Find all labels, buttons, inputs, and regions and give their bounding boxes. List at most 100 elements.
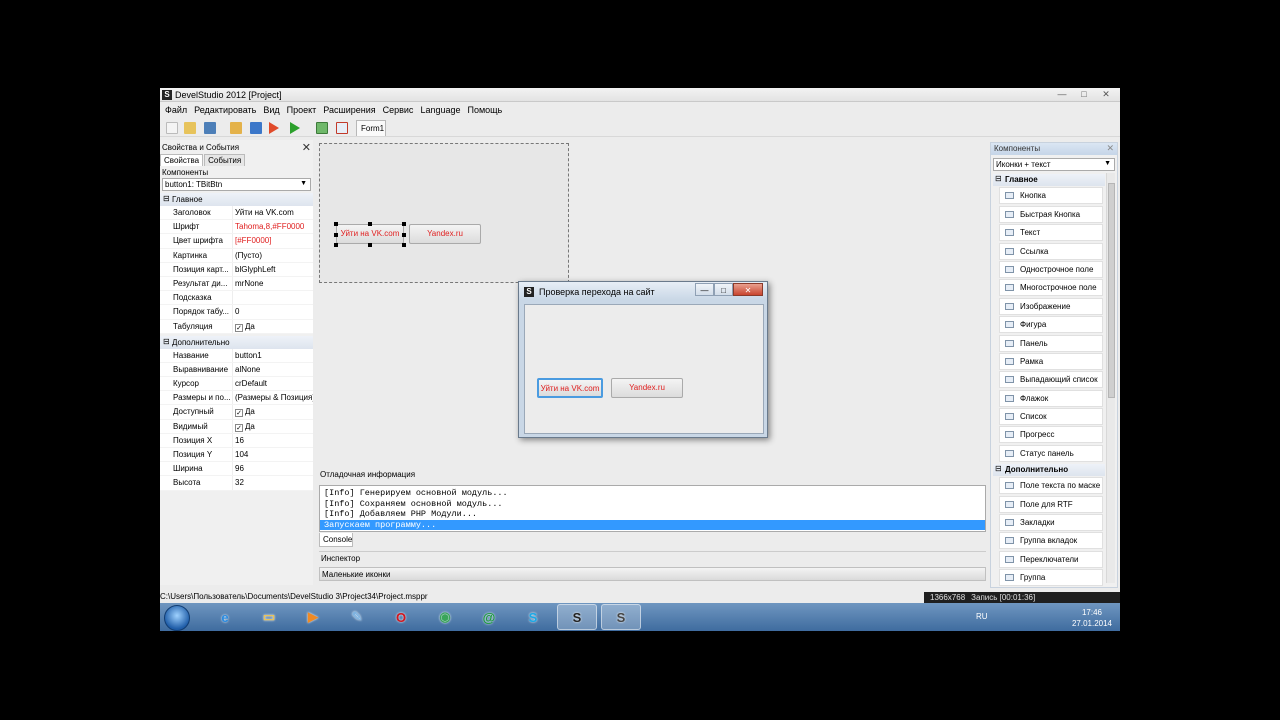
property-row[interactable]: Цвет шрифта [#FF0000] bbox=[160, 234, 313, 249]
collapse-icon[interactable]: ⊟ bbox=[163, 337, 170, 346]
components-group-extra[interactable]: ⊟ Дополнительно bbox=[993, 463, 1105, 476]
property-row[interactable]: Подсказка bbox=[160, 291, 313, 306]
agent-icon[interactable]: @ bbox=[469, 604, 509, 630]
open-form-icon[interactable] bbox=[230, 122, 242, 134]
component-item[interactable]: Фигура bbox=[999, 316, 1103, 334]
add-form-icon[interactable] bbox=[316, 122, 328, 134]
component-item[interactable]: Группа вкладок bbox=[999, 532, 1103, 550]
component-item[interactable]: Однострочное поле bbox=[999, 260, 1103, 278]
resize-handle[interactable] bbox=[334, 233, 338, 237]
property-row[interactable]: Позиция Y 104 bbox=[160, 448, 313, 463]
menu-help[interactable]: Помощь bbox=[465, 103, 507, 117]
components-scrollbar[interactable] bbox=[1106, 173, 1115, 583]
maximize-button[interactable]: □ bbox=[1076, 89, 1092, 100]
menu-language[interactable]: Language bbox=[418, 103, 465, 117]
component-item[interactable]: Выпадающий список bbox=[999, 371, 1103, 389]
vk-button[interactable]: Уйти на VK.com bbox=[537, 378, 603, 398]
resize-handle[interactable] bbox=[402, 233, 406, 237]
property-value[interactable]: 96 bbox=[233, 462, 313, 475]
ie-icon[interactable]: e bbox=[205, 604, 245, 630]
property-value[interactable]: alNone bbox=[233, 363, 313, 376]
property-value[interactable]: ✓ Да bbox=[233, 405, 313, 418]
component-item[interactable]: Закладки bbox=[999, 514, 1103, 532]
property-value[interactable]: crDefault bbox=[233, 377, 313, 390]
yandex-button[interactable]: Yandex.ru bbox=[611, 378, 683, 398]
component-item[interactable]: Изображение bbox=[999, 297, 1103, 315]
clock[interactable]: 17:46 27.01.2014 bbox=[1072, 607, 1112, 629]
property-row[interactable]: Табуляция ✓ Да bbox=[160, 319, 313, 334]
opera-icon[interactable]: O bbox=[381, 604, 421, 630]
checkbox-checked-icon[interactable]: ✓ bbox=[235, 423, 243, 432]
develstudio-icon[interactable]: S bbox=[557, 604, 597, 630]
component-item[interactable]: Ссылка bbox=[999, 242, 1103, 260]
property-value[interactable]: button1 bbox=[233, 349, 313, 362]
component-item[interactable]: Группа bbox=[999, 569, 1103, 587]
property-row[interactable]: Порядок табу... 0 bbox=[160, 305, 313, 320]
component-item[interactable]: Флажок bbox=[999, 389, 1103, 407]
menu-service[interactable]: Сервис bbox=[381, 103, 419, 117]
run-debug-icon[interactable] bbox=[269, 122, 279, 134]
component-item[interactable]: Многострочное поле bbox=[999, 279, 1103, 297]
property-row[interactable]: Картинка (Пусто) bbox=[160, 248, 313, 263]
new-file-icon[interactable] bbox=[166, 122, 178, 134]
button1-design[interactable]: Уйти на VK.com bbox=[336, 224, 404, 244]
property-row[interactable]: Высота 32 bbox=[160, 476, 313, 491]
component-item[interactable]: Поле для RTF bbox=[999, 495, 1103, 513]
minimize-button[interactable]: — bbox=[1054, 89, 1070, 100]
property-value[interactable]: 16 bbox=[233, 434, 313, 447]
property-value[interactable]: 32 bbox=[233, 476, 313, 489]
media-player-icon[interactable]: ▶ bbox=[293, 604, 333, 630]
property-value[interactable]: 0 bbox=[233, 305, 313, 318]
explorer-icon[interactable]: ▭ bbox=[249, 604, 289, 630]
property-row[interactable]: Выравнивание alNone bbox=[160, 362, 313, 378]
property-row[interactable]: Доступный ✓ Да bbox=[160, 405, 313, 420]
save-icon[interactable] bbox=[204, 122, 216, 134]
component-item[interactable]: Поле текста по маске bbox=[999, 477, 1103, 495]
component-item[interactable]: Переключатели bbox=[999, 550, 1103, 568]
form1-canvas[interactable]: Уйти на VK.com Yandex.ru bbox=[319, 143, 569, 283]
menu-extensions[interactable]: Расширения bbox=[321, 103, 380, 117]
property-value[interactable]: Tahoma,8,#FF0000 bbox=[233, 220, 313, 233]
property-value[interactable]: (Размеры & Позиция) bbox=[233, 391, 313, 404]
scrollbar-thumb[interactable] bbox=[1108, 183, 1115, 398]
property-row[interactable]: Видимый ✓ Да bbox=[160, 419, 313, 434]
component-select[interactable]: button1: TBitBtn ▼ bbox=[162, 178, 311, 191]
component-item[interactable]: Текст bbox=[999, 224, 1103, 242]
component-item[interactable]: Быстрая Кнопка bbox=[999, 205, 1103, 223]
resize-handle[interactable] bbox=[368, 243, 372, 247]
checkbox-checked-icon[interactable]: ✓ bbox=[235, 409, 243, 418]
tab-form1[interactable]: Form1 bbox=[356, 120, 386, 136]
group-extra[interactable]: ⊟ Дополнительно bbox=[160, 335, 313, 349]
button2-design[interactable]: Yandex.ru bbox=[409, 224, 481, 244]
minimize-button[interactable]: — bbox=[695, 283, 714, 296]
resize-handle[interactable] bbox=[334, 222, 338, 226]
tools-icon[interactable]: ✎ bbox=[337, 604, 377, 630]
property-value[interactable]: blGlyphLeft bbox=[233, 263, 313, 276]
close-icon[interactable]: ✕ bbox=[1106, 143, 1114, 154]
property-row[interactable]: Курсор crDefault bbox=[160, 377, 313, 392]
group-main[interactable]: ⊟ Главное bbox=[160, 193, 313, 206]
collapse-icon[interactable]: ⊟ bbox=[995, 464, 1002, 473]
stop-icon[interactable] bbox=[250, 122, 262, 134]
resize-handle[interactable] bbox=[334, 243, 338, 247]
property-value[interactable]: Уйти на VK.com bbox=[233, 206, 313, 219]
develstudio-app-icon[interactable]: S bbox=[601, 604, 641, 630]
small-icons-bar[interactable]: Маленькие иконки bbox=[319, 567, 986, 581]
components-group-main[interactable]: ⊟ Главное bbox=[993, 174, 1105, 186]
delete-form-icon[interactable] bbox=[336, 122, 348, 134]
component-item[interactable]: Рамка bbox=[999, 352, 1103, 370]
open-folder-icon[interactable] bbox=[184, 122, 196, 134]
maximize-button[interactable]: □ bbox=[714, 283, 733, 296]
resize-handle[interactable] bbox=[402, 222, 406, 226]
property-row[interactable]: Размеры и по... (Размеры & Позиция) bbox=[160, 391, 313, 406]
property-row[interactable]: Ширина 96 bbox=[160, 462, 313, 477]
close-icon[interactable]: ✕ bbox=[302, 141, 311, 154]
close-button[interactable]: ✕ bbox=[733, 283, 763, 296]
property-value[interactable]: ✓ Да bbox=[233, 320, 313, 333]
menu-edit[interactable]: Редактировать bbox=[192, 103, 261, 117]
menu-project[interactable]: Проект bbox=[285, 103, 322, 117]
property-row[interactable]: Название button1 bbox=[160, 348, 313, 363]
language-indicator[interactable]: RU bbox=[976, 612, 988, 621]
view-mode-select[interactable]: Иконки + текст ▼ bbox=[993, 158, 1115, 171]
menu-view[interactable]: Вид bbox=[261, 103, 284, 117]
